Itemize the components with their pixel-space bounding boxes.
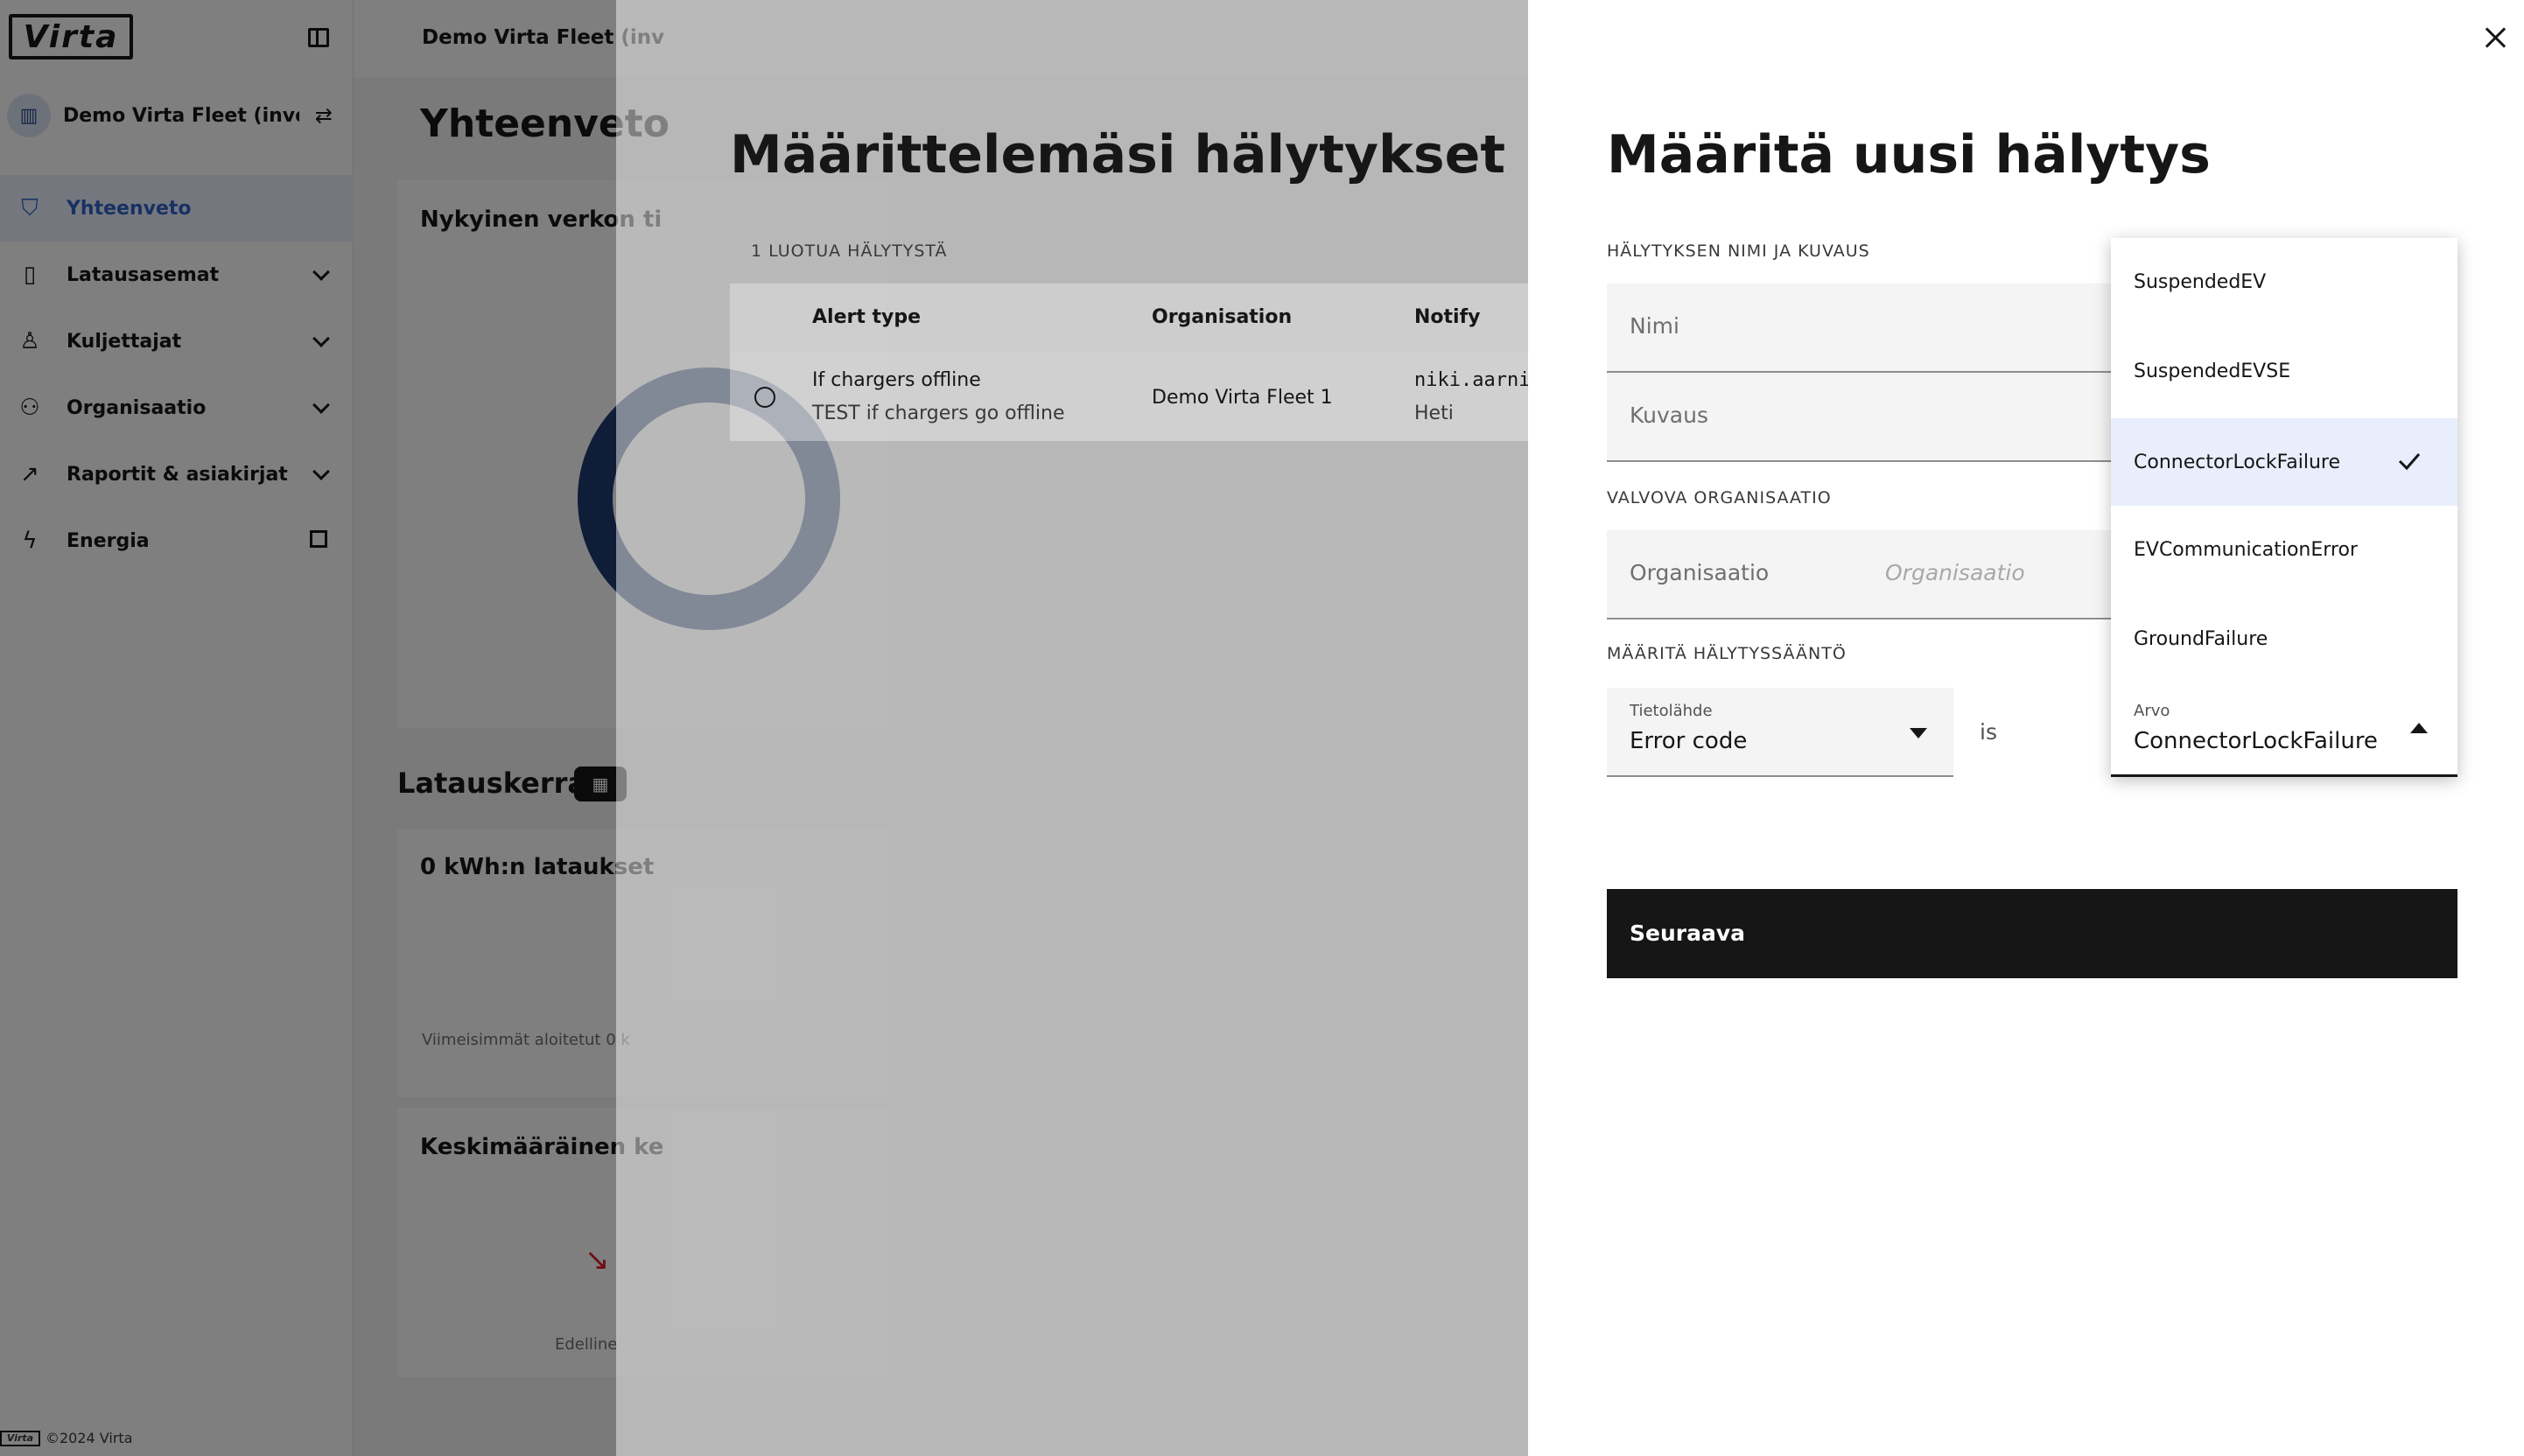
rule-section-label: MÄÄRITÄ HÄLYTYSSÄÄNTÖ xyxy=(1607,644,1847,663)
description-placeholder: Kuvaus xyxy=(1630,402,1708,428)
alerts-list-panel: Määrittelemäsi hälytykset 1 LUOTUA HÄLYT… xyxy=(616,0,1531,1456)
row-radio[interactable] xyxy=(754,387,775,408)
value-selected: ConnectorLockFailure xyxy=(2134,728,2378,754)
dropdown-option[interactable]: SuspendedEVSE xyxy=(2111,327,2457,415)
table-header: Alert type Organisation Notify xyxy=(730,284,1528,352)
checkmark-icon xyxy=(2398,453,2421,471)
next-button-label: Seuraava xyxy=(1630,920,1745,946)
option-label: SuspendedEV xyxy=(2134,271,2267,293)
data-source-label: Tietolähde xyxy=(1630,702,1713,720)
value-select[interactable]: Arvo ConnectorLockFailure xyxy=(2111,688,2457,777)
column-header: Notify xyxy=(1414,306,1481,328)
organisation-placeholder: Organisaatio xyxy=(1885,560,2025,585)
data-source-select[interactable]: Tietolähde Error code xyxy=(1607,688,1953,777)
alert-notify: niki.aarni xyxy=(1414,369,1531,391)
value-dropdown: SuspendedEV SuspendedEVSE ConnectorLockF… xyxy=(2111,238,2457,777)
column-header: Alert type xyxy=(812,306,922,328)
alert-organisation: Demo Virta Fleet 1 xyxy=(1152,387,1333,409)
alerts-list-title: Määrittelemäsi hälytykset xyxy=(730,124,1505,186)
column-header: Organisation xyxy=(1152,306,1293,328)
value-label: Arvo xyxy=(2134,702,2170,720)
org-section-label: VALVOVA ORGANISAATIO xyxy=(1607,488,1832,508)
dropdown-option-selected[interactable]: ConnectorLockFailure xyxy=(2111,418,2457,506)
organisation-label: Organisaatio xyxy=(1630,560,1770,585)
dropdown-option[interactable]: EVCommunicationError xyxy=(2111,506,2457,593)
caret-up-icon xyxy=(2410,723,2428,733)
table-row[interactable]: If chargers offline TEST if chargers go … xyxy=(730,352,1531,441)
alert-description: TEST if chargers go offline xyxy=(812,402,1065,424)
option-label: ConnectorLockFailure xyxy=(2134,452,2341,473)
name-placeholder: Nimi xyxy=(1630,313,1679,339)
alert-notify-timing: Heti xyxy=(1414,402,1454,424)
name-section-label: HÄLYTYKSEN NIMI JA KUVAUS xyxy=(1607,242,1870,261)
operator-label: is xyxy=(1980,719,1997,745)
alerts-table: Alert type Organisation Notify If charge… xyxy=(730,284,1531,441)
alert-type: If chargers offline xyxy=(812,369,981,391)
next-button[interactable]: Seuraava xyxy=(1607,889,2457,978)
new-alert-title: Määritä uusi hälytys xyxy=(1607,124,2211,186)
option-label: EVCommunicationError xyxy=(2134,539,2358,561)
data-source-value: Error code xyxy=(1630,728,1748,754)
dropdown-option[interactable]: SuspendedEV xyxy=(2111,238,2457,326)
alerts-count: 1 LUOTUA HÄLYTYSTÄ xyxy=(751,242,948,261)
close-icon[interactable] xyxy=(2482,24,2508,51)
option-label: SuspendedEVSE xyxy=(2134,360,2291,382)
caret-down-icon xyxy=(1910,728,1927,738)
option-label: GroundFailure xyxy=(2134,628,2268,650)
dropdown-option[interactable]: GroundFailure xyxy=(2111,595,2457,682)
